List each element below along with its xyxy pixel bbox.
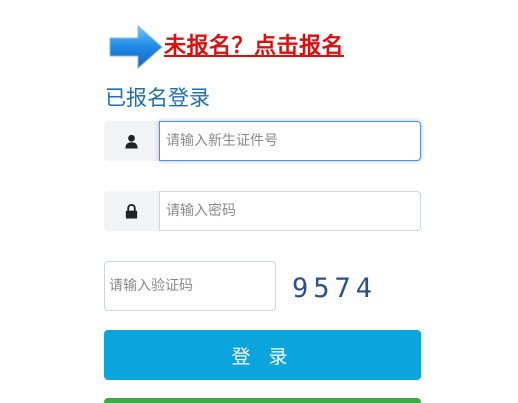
login-button[interactable]: 登 录: [104, 330, 421, 380]
register-link[interactable]: 未报名？点击报名: [164, 28, 344, 60]
user-icon: [125, 134, 138, 149]
password-group: [104, 191, 421, 231]
user-addon: [104, 121, 159, 161]
login-page: 未报名？点击报名 已报名登录 9574 登 录: [0, 0, 518, 403]
arrow-right-icon: [109, 24, 163, 70]
captcha-image[interactable]: 9574: [292, 268, 388, 308]
captcha-input[interactable]: [104, 261, 276, 311]
student-id-group: [104, 121, 421, 161]
password-input[interactable]: [159, 191, 421, 231]
student-id-input[interactable]: [159, 121, 421, 161]
lock-icon: [125, 203, 138, 219]
lock-addon: [104, 191, 159, 231]
secondary-button[interactable]: [104, 398, 421, 403]
login-title: 已报名登录: [105, 86, 210, 110]
